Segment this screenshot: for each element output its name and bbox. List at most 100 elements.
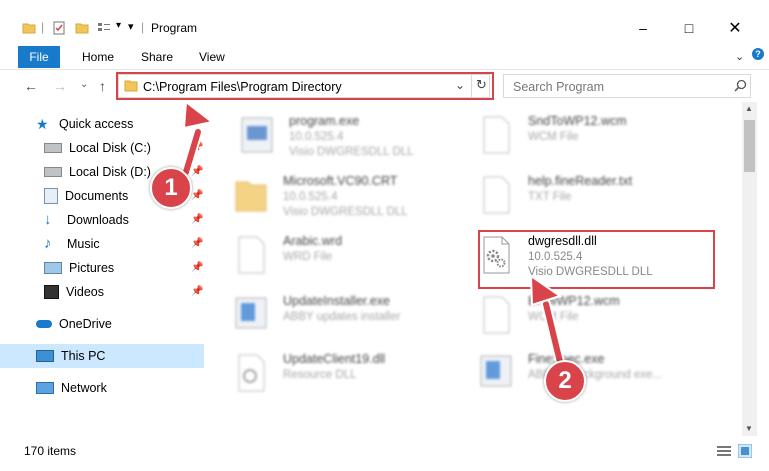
list-item[interactable]: Arabic.wrd WRD File: [233, 234, 448, 280]
sidebar-item-this-pc[interactable]: This PC: [36, 346, 105, 366]
qat-dropdown-icon[interactable]: ▾: [116, 20, 121, 31]
exe-file-icon: [480, 355, 512, 387]
sidebar-item-downloads[interactable]: ↓ Downloads: [44, 210, 129, 230]
tab-view[interactable]: View: [199, 50, 225, 64]
view-options-icon[interactable]: [97, 21, 111, 35]
folder-icon: [22, 23, 36, 34]
file-detail: WCM File: [528, 131, 579, 143]
list-item[interactable]: help.fineReader.txt TXT File: [478, 174, 693, 220]
help-icon[interactable]: ?: [752, 48, 764, 60]
sidebar-item-label: This PC: [61, 349, 106, 363]
forward-button[interactable]: →: [53, 78, 67, 94]
sidebar-item-pictures[interactable]: Pictures: [44, 258, 114, 278]
file-icon: [483, 116, 510, 154]
large-icons-view-icon[interactable]: [738, 444, 752, 458]
network-icon: [36, 382, 54, 394]
sidebar-item-local-disk-d[interactable]: Local Disk (D:): [44, 162, 151, 182]
callout-badge-2: 2: [544, 360, 586, 402]
sidebar-item-local-disk-c[interactable]: Local Disk (C:): [44, 138, 151, 158]
maximize-button[interactable]: □: [666, 14, 712, 42]
separator: |: [41, 20, 45, 34]
sidebar-item-label: Quick access: [59, 117, 134, 131]
computer-icon: [36, 350, 54, 362]
close-button[interactable]: ✕: [712, 14, 758, 42]
list-item[interactable]: FineSpec.exe ABBYY Background exe...: [478, 352, 693, 398]
sidebar-item-documents[interactable]: Documents: [44, 186, 128, 206]
pin-icon[interactable]: 📌: [191, 142, 203, 153]
drive-icon: [44, 143, 62, 153]
dll-file-icon: [238, 354, 265, 392]
file-highlight-box: [478, 230, 715, 289]
list-item[interactable]: UpdateInstaller.exe ABBY updates install…: [233, 294, 448, 340]
file-name: Arabic.wrd: [283, 234, 343, 248]
sidebar-item-label: Local Disk (C:): [69, 141, 151, 155]
list-item[interactable]: program.exe 10.0.525.4 Visio DWGRESDLL D…: [239, 114, 454, 160]
pin-icon[interactable]: 📌: [191, 190, 203, 201]
pin-icon[interactable]: 📌: [191, 214, 203, 225]
file-name: UpdateInstaller.exe: [283, 294, 391, 308]
pin-icon[interactable]: 📌: [191, 166, 203, 177]
qat-customize-icon[interactable]: ▾: [128, 20, 134, 33]
file-name: program.exe: [289, 114, 360, 128]
up-button[interactable]: ↑: [99, 78, 106, 94]
search-input[interactable]: Search Program: [513, 80, 604, 94]
file-detail: TXT File: [528, 191, 572, 203]
list-item[interactable]: SndToWP12.wcm WCM File: [478, 114, 693, 160]
file-detail: Visio DWGRESDLL DLL: [289, 146, 414, 158]
window-title: Program: [151, 21, 198, 35]
pin-icon[interactable]: 📌: [191, 238, 203, 249]
sidebar-item-quick-access[interactable]: ★ Quick access: [36, 114, 133, 134]
sidebar-item-videos[interactable]: Videos: [44, 282, 104, 302]
text-file-icon: [483, 176, 510, 214]
sidebar-item-label: Music: [67, 237, 100, 251]
tab-file[interactable]: File: [18, 46, 60, 68]
tab-home[interactable]: Home: [82, 50, 114, 64]
sidebar-item-music[interactable]: ♪ Music: [44, 234, 100, 254]
file-name: Microsoft.VC90.CRT: [283, 174, 398, 188]
back-button[interactable]: ←: [24, 78, 38, 94]
file-detail: Resource DLL: [283, 369, 357, 381]
ribbon-expand-icon[interactable]: ⌄: [735, 50, 744, 63]
callout-badge-1: 1: [150, 167, 192, 209]
scroll-down-icon[interactable]: ▼: [745, 424, 753, 433]
title-bar: | ▾ ▾ | Program – □ ✕: [0, 0, 769, 42]
arrow-head-1: [182, 100, 215, 130]
document-icon: [44, 188, 58, 204]
film-icon: [44, 285, 59, 299]
file-icon: [483, 296, 510, 334]
sidebar-item-label: Documents: [65, 189, 129, 203]
exe-file-icon: [241, 117, 273, 153]
file-detail: WRD File: [283, 251, 333, 263]
scroll-up-icon[interactable]: ▲: [745, 104, 753, 113]
search-icon[interactable]: [734, 79, 747, 92]
recent-locations-icon[interactable]: ⌄: [80, 79, 88, 90]
sidebar-item-label: Downloads: [67, 213, 129, 227]
list-item[interactable]: BrowWP12.wcm WCM File: [478, 294, 693, 340]
picture-icon: [44, 262, 62, 274]
pin-icon[interactable]: 📌: [191, 262, 203, 273]
file-detail: WCM File: [528, 311, 579, 323]
status-item-count: 170 items: [24, 444, 77, 458]
installer-icon: [235, 297, 267, 329]
cloud-icon: [36, 320, 52, 328]
scroll-thumb[interactable]: [744, 120, 755, 172]
sidebar-item-network[interactable]: Network: [36, 378, 107, 398]
download-arrow-icon: ↓: [44, 211, 52, 228]
pin-icon[interactable]: 📌: [191, 286, 203, 297]
file-detail: 10.0.525.4: [283, 191, 338, 203]
file-detail: Visio DWGRESDLL DLL: [283, 206, 408, 218]
tab-share[interactable]: Share: [141, 50, 173, 64]
properties-icon[interactable]: [52, 21, 66, 35]
details-view-icon[interactable]: [717, 445, 731, 457]
list-item[interactable]: Microsoft.VC90.CRT 10.0.525.4 Visio DWGR…: [233, 174, 448, 220]
list-item[interactable]: UpdateClient19.dll Resource DLL: [233, 352, 448, 398]
sidebar-item-label: Local Disk (D:): [69, 165, 151, 179]
ribbon: [0, 42, 769, 70]
star-icon: ★: [36, 116, 49, 132]
minimize-button[interactable]: –: [620, 14, 666, 42]
drive-icon: [44, 167, 62, 177]
file-name: SndToWP12.wcm: [528, 114, 627, 128]
sidebar-item-onedrive[interactable]: OneDrive: [36, 314, 112, 334]
new-folder-icon[interactable]: [75, 21, 89, 35]
sidebar-item-label: OneDrive: [59, 317, 112, 331]
